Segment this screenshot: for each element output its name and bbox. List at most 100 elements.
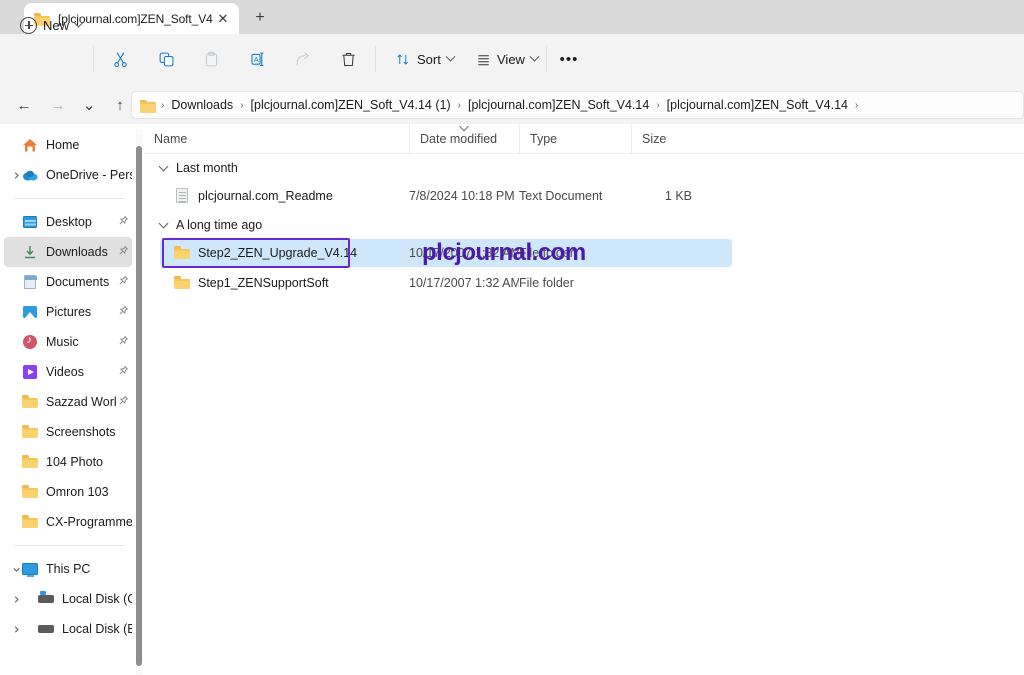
sidebar-item-cx-programmer[interactable]: CX-Programmer — [4, 507, 132, 537]
pin-icon[interactable] — [116, 275, 130, 289]
view-label: View — [497, 51, 525, 67]
chevron-down-icon[interactable] — [160, 163, 169, 172]
file-group-label: A long time ago — [176, 217, 263, 232]
copy-icon[interactable] — [149, 46, 183, 72]
downloads-icon — [22, 244, 38, 260]
disk-system-icon — [38, 591, 54, 607]
paste-icon[interactable] — [194, 46, 228, 72]
file-name-cell[interactable]: Step1_ZENSupportSoft — [144, 268, 409, 298]
column-headers: Name Date modified Type Size — [144, 123, 1024, 154]
documents-icon — [22, 274, 38, 290]
text-document-icon — [174, 188, 190, 204]
sort-button[interactable]: Sort — [388, 44, 462, 74]
more-options-button[interactable]: ••• — [554, 44, 584, 74]
sidebar-item-screenshots[interactable]: Screenshots — [4, 417, 132, 447]
file-date-cell: 10/17/2007 1:32 AM — [409, 276, 519, 290]
file-group-header[interactable]: A long time ago — [144, 211, 1024, 238]
toolbar-divider-2 — [375, 46, 376, 72]
view-button[interactable]: View — [468, 44, 546, 74]
sidebar-item-label: OneDrive - Perso — [46, 168, 132, 182]
sidebar-item-104-photo[interactable]: 104 Photo — [4, 447, 132, 477]
sidebar-item-omron-103[interactable]: Omron 103 — [4, 477, 132, 507]
chevron-down-icon[interactable] — [160, 220, 169, 229]
sidebar-item-downloads[interactable]: Downloads — [4, 237, 132, 267]
sidebar-item-label: Downloads — [46, 245, 108, 259]
up-button[interactable]: ↑ — [107, 92, 133, 118]
sidebar-item-label: Home — [46, 138, 80, 152]
sidebar-item-desktop[interactable]: Desktop — [4, 207, 132, 237]
sidebar-item-local-disk-c[interactable]: Local Disk (C:) — [4, 584, 132, 614]
pin-icon[interactable] — [116, 395, 130, 409]
pin-icon[interactable] — [116, 365, 130, 379]
file-size-cell: 1 KB — [664, 189, 692, 203]
pin-icon[interactable] — [116, 305, 130, 319]
recent-locations-button[interactable]: ⌄ — [76, 92, 102, 118]
chevron-down-icon — [73, 17, 84, 28]
sidebar-item-label: This PC — [46, 562, 91, 576]
file-name-cell[interactable]: Step2_ZEN_Upgrade_V4.14 — [144, 238, 409, 268]
file-group-header[interactable]: Last month — [144, 154, 1024, 181]
sidebar-item-this-pc[interactable]: This PC — [4, 554, 132, 584]
sidebar-divider — [14, 545, 124, 546]
sort-ascending-icon — [460, 123, 469, 128]
breadcrumb-item-3[interactable]: [plcjournal.com]ZEN_Soft_V4.14 — [663, 96, 852, 114]
breadcrumb-separator: › — [240, 99, 244, 111]
breadcrumb-separator: › — [656, 99, 660, 111]
column-header-name[interactable]: Name — [144, 124, 409, 154]
column-header-date-modified[interactable]: Date modified — [409, 123, 519, 154]
sidebar-item-local-disk-e[interactable]: Local Disk (E:) — [4, 614, 132, 644]
sidebar-item-documents[interactable]: Documents — [4, 267, 132, 297]
forward-button[interactable]: → — [45, 92, 71, 118]
column-header-type-label: Type — [530, 131, 558, 146]
sidebar-item-onedrive-perso[interactable]: OneDrive - Perso — [4, 160, 132, 190]
sidebar-item-label: Documents — [46, 275, 110, 289]
file-name-cell[interactable]: plcjournal.com_Readme — [144, 181, 409, 211]
table-row[interactable]: Step2_ZEN_Upgrade_V4.14 10/17/2007 1:32 A… — [144, 238, 1024, 268]
breadcrumb-item-0[interactable]: Downloads — [167, 96, 237, 114]
pin-icon[interactable] — [116, 215, 130, 229]
new-button[interactable]: New — [14, 10, 90, 40]
sidebar-item-music[interactable]: Music — [4, 327, 132, 357]
column-header-name-label: Name — [154, 131, 188, 146]
breadcrumb-item-2[interactable]: [plcjournal.com]ZEN_Soft_V4.14 — [464, 96, 653, 114]
breadcrumb[interactable]: › Downloads › [plcjournal.com]ZEN_Soft_V… — [131, 91, 1024, 119]
sidebar-item-label: Local Disk (C:) — [62, 592, 132, 606]
chevron-right-icon[interactable] — [8, 614, 24, 644]
table-row[interactable]: Step1_ZENSupportSoft 10/17/2007 1:32 AM Fi… — [144, 268, 1024, 298]
share-icon[interactable] — [286, 46, 320, 72]
column-header-size[interactable]: Size — [631, 123, 706, 154]
sidebar-item-label: Omron 103 — [46, 485, 109, 499]
onedrive-icon — [22, 167, 38, 183]
file-name-label: Step1_ZENSupportSoft — [198, 276, 329, 290]
pin-icon[interactable] — [116, 245, 130, 259]
disk-icon — [38, 621, 54, 637]
table-row[interactable]: plcjournal.com_Readme 7/8/2024 10:18 PM Te… — [144, 181, 1024, 211]
column-header-type[interactable]: Type — [519, 123, 631, 154]
sidebar-scrollbar-thumb[interactable] — [136, 146, 142, 666]
sidebar-item-label: Music — [46, 335, 79, 349]
back-button[interactable]: ← — [11, 92, 37, 118]
new-tab-button[interactable]: + — [248, 7, 272, 29]
folder-icon — [22, 394, 38, 410]
pin-icon[interactable] — [116, 335, 130, 349]
chevron-right-icon[interactable] — [8, 584, 24, 614]
sidebar-item-videos[interactable]: Videos — [4, 357, 132, 387]
chevron-down-icon — [445, 51, 456, 62]
breadcrumb-item-1[interactable]: [plcjournal.com]ZEN_Soft_V4.14 (1) — [247, 96, 455, 114]
sidebar-item-home[interactable]: Home — [4, 130, 132, 160]
cut-icon[interactable] — [103, 46, 137, 72]
toolbar-divider — [93, 46, 94, 72]
breadcrumb-separator: › — [855, 99, 859, 111]
rename-icon[interactable]: A — [240, 46, 274, 72]
close-icon[interactable]: ✕ — [213, 9, 233, 29]
delete-icon[interactable] — [331, 46, 365, 72]
home-icon — [22, 137, 38, 153]
sidebar-item-label: Pictures — [46, 305, 92, 319]
plus-icon — [20, 16, 37, 34]
sidebar-item-sazzad-work[interactable]: Sazzad Work — [4, 387, 132, 417]
navigation-pane[interactable]: Home OneDrive - Perso Desktop Downloads Docu… — [0, 130, 136, 675]
sidebar-item-label: Desktop — [46, 215, 92, 229]
sidebar-item-pictures[interactable]: Pictures — [4, 297, 132, 327]
file-name-label: Step2_ZEN_Upgrade_V4.14 — [198, 246, 358, 260]
sidebar-item-label: Videos — [46, 365, 84, 379]
